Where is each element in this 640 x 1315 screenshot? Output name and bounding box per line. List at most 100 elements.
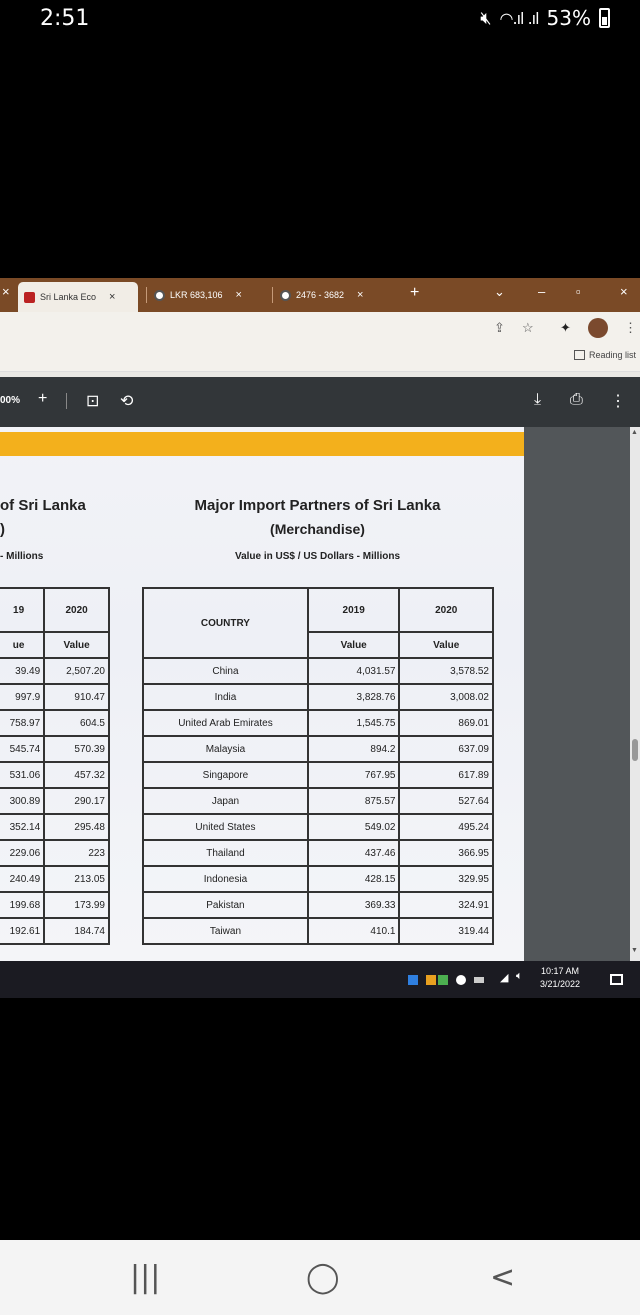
table-row: Taiwan 410.1 319.44 xyxy=(142,917,494,945)
value-2020-cell: 637.09 xyxy=(398,735,494,763)
status-time: 2:51 xyxy=(40,6,90,31)
pdf-scrollbar[interactable]: ▲ ▼ xyxy=(630,427,640,961)
rotate-icon[interactable]: ⟲ xyxy=(120,391,133,411)
table-row: Japan 875.57 527.64 xyxy=(142,787,494,815)
value-2019-cell: 192.61 xyxy=(0,917,46,945)
zoom-level[interactable]: 00% xyxy=(0,395,20,406)
subheader-value: Value xyxy=(398,631,494,659)
left-table-title: of Sri Lanka xyxy=(0,497,86,514)
volume-tray-icon[interactable]: 🔈︎ xyxy=(516,970,523,983)
android-navbar: ||| ◯ < xyxy=(0,1240,640,1315)
more-options-icon[interactable]: ⋮ xyxy=(610,391,626,411)
value-2019-cell: 758.97 xyxy=(0,709,46,737)
android-status-bar: 2:51 🔇︎ ◠.ıl .ıl 53% xyxy=(0,0,640,40)
close-icon[interactable]: × xyxy=(109,291,115,303)
share-icon[interactable]: ⇪ xyxy=(494,320,505,336)
subheader-value: ue xyxy=(0,631,46,659)
fit-page-icon[interactable]: ⊡ xyxy=(86,391,99,411)
clock-date: 3/21/2022 xyxy=(540,979,581,989)
left-table-subtitle: ) xyxy=(0,521,5,538)
tray-app-icon[interactable] xyxy=(438,975,448,985)
left-table-unit: - Millions xyxy=(0,551,44,562)
profile-avatar[interactable] xyxy=(588,318,608,338)
subheader-value: Value xyxy=(43,631,110,659)
country-cell: Singapore xyxy=(142,761,309,789)
home-button[interactable]: ◯ xyxy=(306,1260,340,1295)
clock-time: 10:17 AM xyxy=(541,966,580,976)
value-2020-cell: 495.24 xyxy=(398,813,494,841)
country-cell: India xyxy=(142,683,309,711)
scroll-thumb[interactable] xyxy=(632,739,638,761)
table-row: Indonesia 428.15 329.95 xyxy=(142,865,494,893)
tab-label: LKR 683,106 xyxy=(170,290,223,300)
network-tray-icon[interactable]: ◢ xyxy=(500,971,508,984)
table-row: United States 549.02 495.24 xyxy=(142,813,494,841)
tab-close-icon[interactable]: × xyxy=(2,284,10,299)
country-cell: Pakistan xyxy=(142,891,309,919)
pdf-page: of Sri Lanka ) - Millions 19 2020 ue Val… xyxy=(0,427,524,961)
close-icon[interactable]: × xyxy=(236,289,242,301)
value-2019-cell: 549.02 xyxy=(306,813,401,841)
value-2020-cell: 2,507.20 xyxy=(43,657,110,685)
table-row: Malaysia 894.2 637.09 xyxy=(142,735,494,763)
tray-app-icon[interactable] xyxy=(426,975,436,985)
value-2020-cell: 366.95 xyxy=(398,839,494,867)
table-row: 199.68 173.99 xyxy=(0,891,110,919)
maximize-button[interactable]: ▫ xyxy=(576,284,581,299)
value-2019-cell: 1,545.75 xyxy=(306,709,401,737)
value-2020-cell: 3,008.02 xyxy=(398,683,494,711)
tab-lkr[interactable]: LKR 683,106 × xyxy=(148,282,268,308)
taskbar-clock[interactable]: 10:17 AM 3/21/2022 xyxy=(540,965,580,991)
print-icon[interactable]: ⎙ xyxy=(570,391,583,409)
minimize-button[interactable]: – xyxy=(538,284,545,299)
status-icons: 🔇︎ ◠.ıl .ıl 53% xyxy=(480,6,610,30)
reading-list-icon xyxy=(573,350,585,360)
value-2020-cell: 3,578.52 xyxy=(398,657,494,685)
table-row: Thailand 437.46 366.95 xyxy=(142,839,494,867)
import-table-subtitle: (Merchandise) xyxy=(270,521,365,537)
new-tab-button[interactable]: + xyxy=(410,284,419,302)
value-2019-cell: 369.33 xyxy=(306,891,401,919)
value-2020-cell: 213.05 xyxy=(43,865,110,893)
value-2020-cell: 604.5 xyxy=(43,709,110,737)
scroll-up-arrow-icon[interactable]: ▲ xyxy=(631,429,638,436)
value-2019-cell: 997.9 xyxy=(0,683,46,711)
recent-apps-button[interactable]: ||| xyxy=(130,1260,160,1295)
tab-separator xyxy=(146,287,147,303)
value-2020-cell: 329.95 xyxy=(398,865,494,893)
header-country: COUNTRY xyxy=(142,587,309,659)
value-2019-cell: 3,828.76 xyxy=(306,683,401,711)
tab-search-icon[interactable]: ⌄ xyxy=(494,284,505,300)
browser-toolbar: ⇪ ☆ ✦ ⋮ xyxy=(0,312,640,344)
tab-sri-lanka-eco[interactable]: Sri Lanka Eco × xyxy=(18,282,138,312)
value-2019-cell: 240.49 xyxy=(0,865,46,893)
pdf-toolbar: 00% + ⊡ ⟲ ⤓ ⎙ ⋮ xyxy=(0,377,640,427)
country-cell: China xyxy=(142,657,309,685)
notification-center-icon[interactable] xyxy=(610,974,623,985)
table-row: 758.97 604.5 xyxy=(0,709,110,737)
download-icon[interactable]: ⤓ xyxy=(534,391,541,409)
window-close-button[interactable]: × xyxy=(620,284,628,299)
value-2020-cell: 617.89 xyxy=(398,761,494,789)
value-2020-cell: 290.17 xyxy=(43,787,110,815)
reading-list-button[interactable]: Reading list xyxy=(573,350,636,360)
mute-icon: 🔇︎ xyxy=(480,7,492,29)
tray-app-icon[interactable] xyxy=(408,975,418,985)
battery-tray-icon[interactable] xyxy=(474,977,484,983)
close-icon[interactable]: × xyxy=(357,289,363,301)
menu-kebab-icon[interactable]: ⋮ xyxy=(624,320,637,336)
value-2020-cell: 173.99 xyxy=(43,891,110,919)
value-2019-cell: 545.74 xyxy=(0,735,46,763)
scroll-down-arrow-icon[interactable]: ▼ xyxy=(631,947,638,954)
table-row: China 4,031.57 3,578.52 xyxy=(142,657,494,685)
tray-app-icon[interactable] xyxy=(456,975,466,985)
tab-2476[interactable]: 2476 - 3682 × xyxy=(274,282,400,308)
globe-favicon-icon xyxy=(154,289,165,301)
value-2020-cell: 184.74 xyxy=(43,917,110,945)
zoom-in-button[interactable]: + xyxy=(38,390,47,408)
back-button[interactable]: < xyxy=(490,1260,515,1295)
extensions-icon[interactable]: ✦ xyxy=(560,320,571,336)
bookmark-star-icon[interactable]: ☆ xyxy=(522,320,534,336)
header-2019: 2019 xyxy=(306,587,401,633)
value-2019-cell: 4,031.57 xyxy=(306,657,401,685)
